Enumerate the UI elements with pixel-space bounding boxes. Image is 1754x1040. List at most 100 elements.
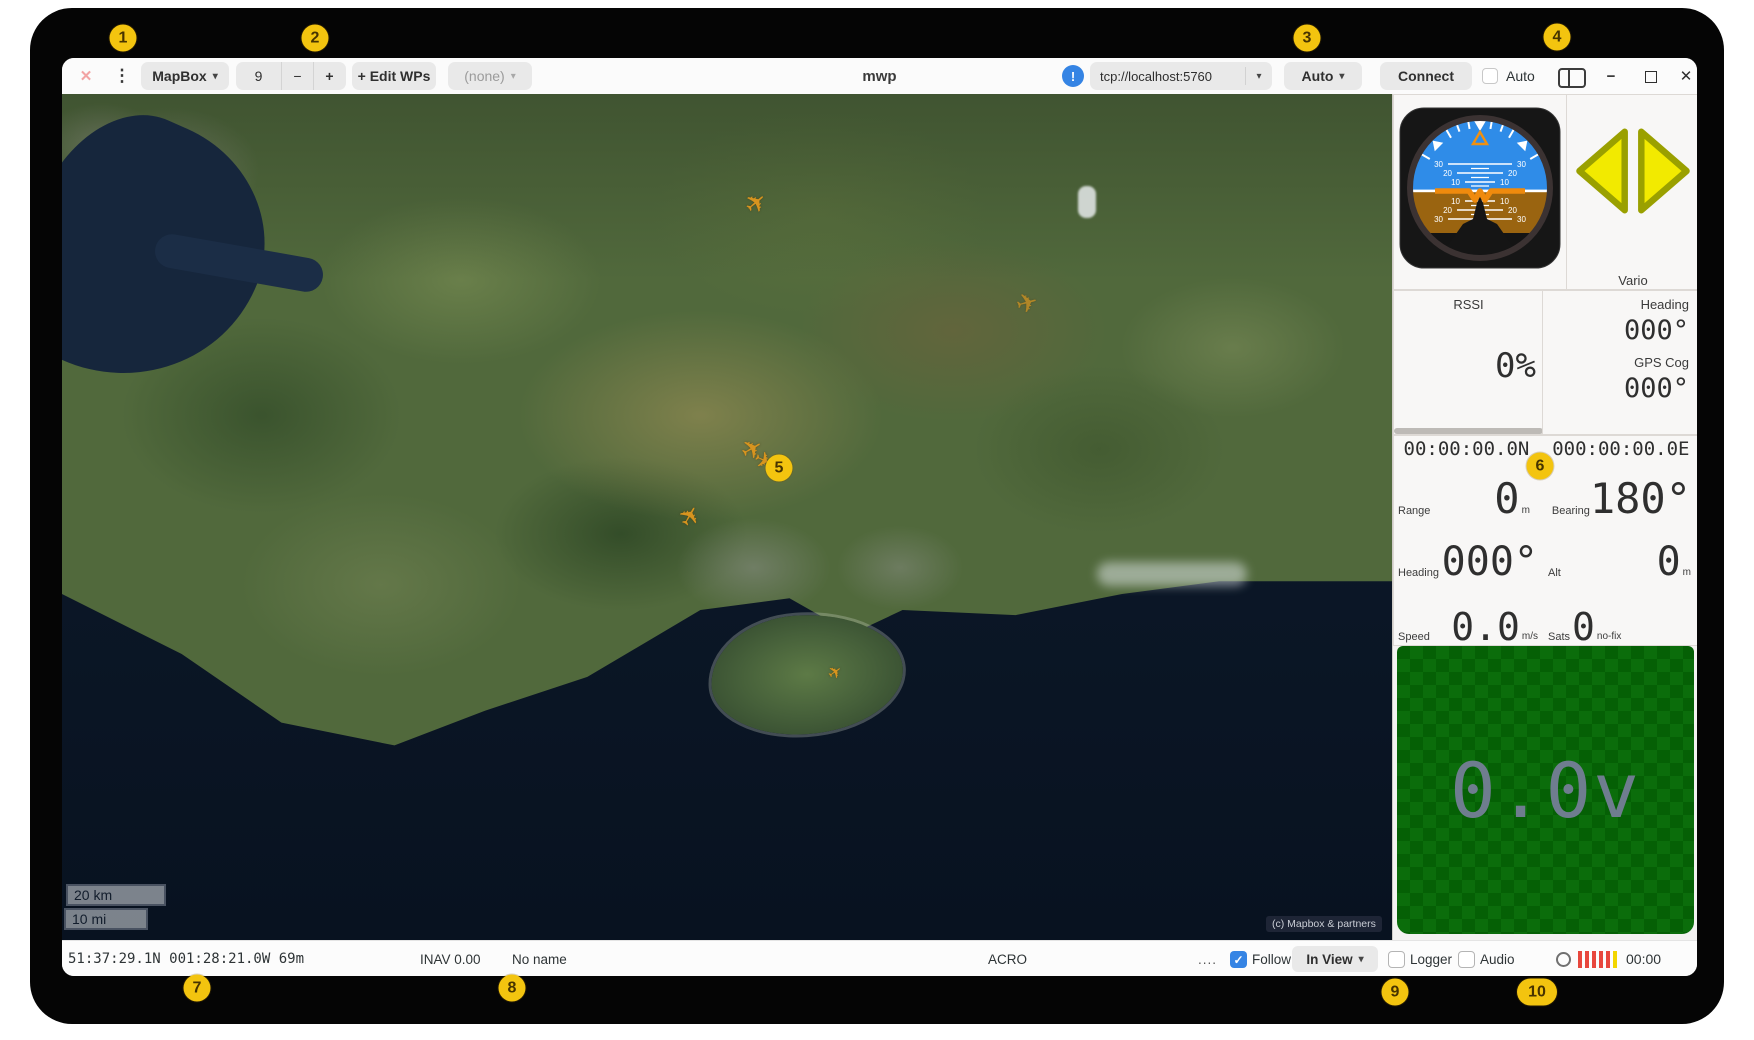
svg-text:20: 20 — [1443, 206, 1452, 215]
close-button[interactable]: ✕ — [1674, 58, 1697, 94]
view-mode-dropdown[interactable]: In View ▾ — [1292, 946, 1378, 972]
baud-mode-label: Auto — [1302, 68, 1334, 84]
map-canvas[interactable]: ✈ ✈ ✈ ✈ ✈ ✈ 20 km 10 mi (c) Mapbox & par… — [62, 94, 1392, 940]
vario-label: Vario — [1567, 273, 1697, 288]
svg-text:30: 30 — [1434, 160, 1443, 169]
check-icon: ✓ — [1233, 953, 1243, 967]
annotation-marker-10: 10 — [1517, 979, 1557, 1006]
heading2-value: 000° — [1439, 542, 1538, 582]
svg-text:10: 10 — [1500, 197, 1509, 206]
logger-checkbox[interactable] — [1388, 951, 1405, 968]
svg-text:30: 30 — [1517, 160, 1526, 169]
artificial-horizon-cell: 30 30 20 20 10 10 10 10 20 20 30 30 — [1393, 94, 1567, 290]
audio-label: Audio — [1480, 941, 1515, 976]
alt-value: 0 — [1561, 542, 1681, 582]
chevron-down-icon: ▾ — [1359, 954, 1364, 965]
rssi-scrollbar[interactable] — [1394, 428, 1543, 434]
telemetry-sidebar: 30 30 20 20 10 10 10 10 20 20 30 30 — [1392, 94, 1697, 940]
follow-checkbox[interactable]: ✓ — [1230, 951, 1247, 968]
map-attribution: (c) Mapbox & partners — [1266, 916, 1382, 932]
annotation-marker-9: 9 — [1382, 979, 1409, 1006]
instrument-row: 30 30 20 20 10 10 10 10 20 20 30 30 — [1393, 94, 1697, 290]
range-label: Range — [1398, 505, 1430, 520]
device-uri-field[interactable]: tcp://localhost:5760 ▾ — [1090, 62, 1272, 90]
svg-text:20: 20 — [1508, 169, 1517, 178]
heading2-label: Heading — [1398, 567, 1439, 582]
minimize-button[interactable]: − — [1599, 58, 1623, 94]
fc-version: INAV 0.00 — [420, 941, 481, 976]
vario-indicator-icon — [1573, 125, 1693, 217]
range-bearing-row: Range 0 m Bearing 180° — [1394, 474, 1697, 520]
gps-cog-label: GPS Cog — [1634, 355, 1689, 370]
aircraft-icon[interactable]: ✈ — [1013, 288, 1041, 319]
bearing-value: 180° — [1590, 478, 1691, 520]
coast-surf — [1097, 562, 1247, 586]
svg-text:20: 20 — [1508, 206, 1517, 215]
link-status-dots: .... — [1198, 941, 1217, 976]
battery-voltage-panel: 0.0v — [1397, 646, 1694, 934]
map-scale-km: 20 km — [66, 884, 166, 906]
aircraft-icon[interactable]: ✈ — [739, 186, 772, 220]
annotation-marker-4: 4 — [1544, 24, 1571, 51]
svg-text:30: 30 — [1517, 215, 1526, 224]
elapsed-time: 00:00 — [1626, 941, 1661, 976]
battery-voltage-value: 0.0v — [1450, 746, 1641, 835]
mission-name: No name — [512, 941, 567, 976]
svg-text:30: 30 — [1434, 215, 1443, 224]
cursor-position: 51:37:29.1N 001:28:21.0W 69m — [68, 941, 304, 976]
aircraft-icon[interactable]: ✈ — [673, 500, 706, 532]
device-uri-value: tcp://localhost:5760 — [1090, 69, 1245, 84]
speed-sats-row: Speed 0.0 m/s Sats 0 no-fix — [1394, 604, 1697, 646]
range-value: 0 — [1430, 478, 1519, 520]
annotation-marker-3: 3 — [1294, 25, 1321, 52]
heading-cell: Heading 000° GPS Cog 000° — [1542, 290, 1697, 435]
record-indicator-icon[interactable] — [1556, 952, 1571, 967]
svg-text:20: 20 — [1443, 169, 1452, 178]
rssi-value: 0% — [1495, 349, 1536, 383]
flight-mode: ACRO — [988, 941, 1027, 976]
chevron-down-icon[interactable]: ▾ — [1245, 67, 1272, 85]
artificial-horizon-instrument: 30 30 20 20 10 10 10 10 20 20 30 30 — [1399, 107, 1561, 269]
alt-unit: m — [1683, 567, 1691, 582]
titlebar: ✕ ⋮ MapBox ▾ 9 − + + Edit WPs (none) ▾ m… — [62, 58, 1697, 95]
gps-cog-value: 000° — [1624, 375, 1689, 402]
signal-bars-icon — [1578, 941, 1617, 976]
heading-alt-row: Heading 000° Alt 0 m — [1394, 540, 1697, 582]
bearing-label: Bearing — [1552, 505, 1590, 520]
svg-text:10: 10 — [1451, 197, 1460, 206]
connect-button[interactable]: Connect — [1380, 62, 1472, 90]
statusbar: 51:37:29.1N 001:28:21.0W 69m INAV 0.00 N… — [62, 940, 1697, 976]
maximize-button[interactable] — [1645, 71, 1657, 83]
mwp-window: ✕ ⋮ MapBox ▾ 9 − + + Edit WPs (none) ▾ m… — [62, 58, 1697, 976]
annotation-marker-6: 6 — [1527, 453, 1554, 480]
follow-label: Follow — [1252, 941, 1291, 976]
rssi-label: RSSI — [1394, 297, 1543, 312]
annotation-marker-8: 8 — [499, 975, 526, 1002]
speed-label: Speed — [1398, 631, 1430, 646]
chevron-down-icon: ▾ — [1339, 71, 1344, 82]
view-mode-label: In View — [1306, 952, 1352, 967]
autoconnect-label: Auto — [1506, 58, 1535, 94]
speed-unit: m/s — [1522, 631, 1538, 646]
rssi-cell: RSSI 0% — [1393, 290, 1543, 435]
map-scale-mi: 10 mi — [64, 908, 148, 930]
annotation-marker-7: 7 — [184, 975, 211, 1002]
svg-text:10: 10 — [1451, 178, 1460, 187]
vario-cell: Vario — [1566, 94, 1697, 290]
info-icon[interactable]: ! — [1062, 65, 1084, 87]
baud-mode-dropdown[interactable]: Auto ▾ — [1284, 62, 1362, 90]
audio-checkbox[interactable] — [1458, 951, 1475, 968]
annotation-marker-2: 2 — [302, 25, 329, 52]
sats-value: 0 — [1572, 608, 1595, 646]
annotation-marker-1: 1 — [110, 25, 137, 52]
sats-unit: no-fix — [1597, 631, 1621, 646]
range-unit: m — [1522, 505, 1530, 520]
alt-label: Alt — [1548, 567, 1561, 582]
svg-text:10: 10 — [1500, 178, 1509, 187]
autoconnect-checkbox[interactable] — [1482, 68, 1498, 84]
panel-toggle-icon[interactable] — [1558, 68, 1586, 88]
speed-value: 0.0 — [1430, 608, 1520, 646]
logger-label: Logger — [1410, 941, 1452, 976]
annotation-marker-5: 5 — [766, 455, 793, 482]
heading-label: Heading — [1641, 297, 1689, 312]
